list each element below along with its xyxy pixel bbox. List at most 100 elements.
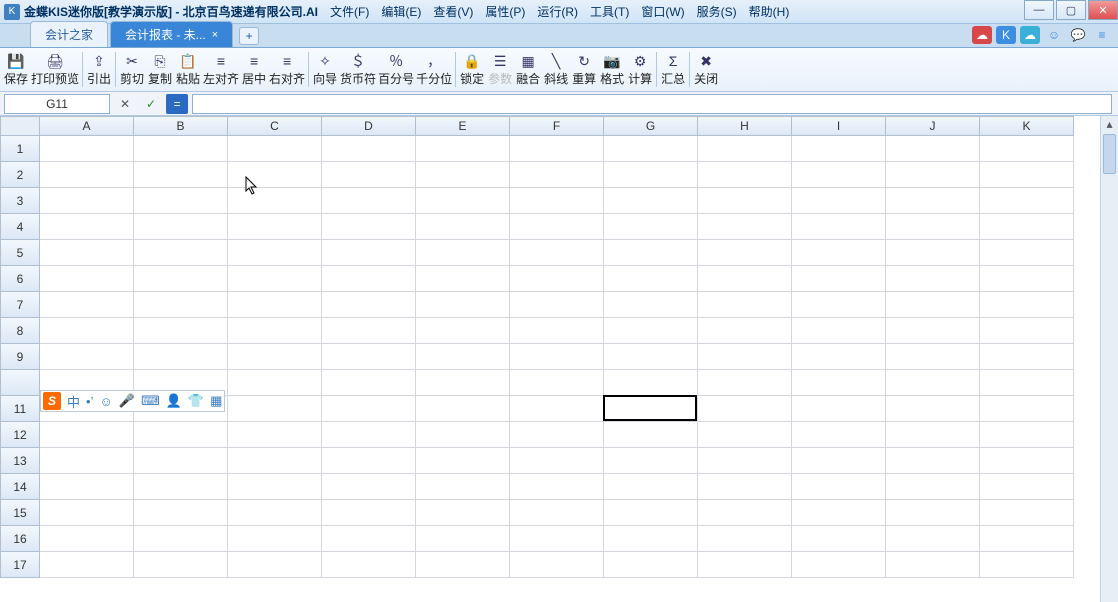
cell[interactable]	[792, 448, 886, 474]
row-header[interactable]: 3	[0, 188, 40, 214]
ime-icon[interactable]: 🎤	[119, 393, 135, 409]
cell[interactable]	[792, 240, 886, 266]
cell[interactable]	[40, 474, 134, 500]
row-header[interactable]	[0, 370, 40, 396]
tab-add-button[interactable]: +	[239, 27, 259, 45]
cell[interactable]	[510, 292, 604, 318]
cell[interactable]	[510, 448, 604, 474]
cell[interactable]	[228, 136, 322, 162]
cell[interactable]	[416, 136, 510, 162]
cell[interactable]	[698, 188, 792, 214]
cell[interactable]	[604, 422, 698, 448]
row-header[interactable]: 2	[0, 162, 40, 188]
toolbar-alignc-button[interactable]: ≡居中	[240, 48, 268, 91]
cell[interactable]	[792, 188, 886, 214]
cell[interactable]	[510, 136, 604, 162]
fx-icon[interactable]: =	[166, 94, 188, 114]
cell[interactable]	[510, 188, 604, 214]
cell[interactable]	[510, 162, 604, 188]
toolbar-calc-button[interactable]: ⚙计算	[626, 48, 654, 91]
cell[interactable]	[886, 552, 980, 578]
cell[interactable]	[886, 266, 980, 292]
toolbar-preview-button[interactable]: 🖨打印预览	[30, 48, 80, 91]
cell[interactable]	[792, 344, 886, 370]
cell[interactable]	[604, 448, 698, 474]
menu-item[interactable]: 文件(F)	[324, 1, 375, 22]
cell[interactable]	[134, 500, 228, 526]
cell[interactable]	[980, 162, 1074, 188]
cell[interactable]	[416, 292, 510, 318]
cell[interactable]	[134, 240, 228, 266]
toolbar-cut-button[interactable]: ✂剪切	[118, 48, 146, 91]
cell[interactable]	[40, 448, 134, 474]
toolbar-format-button[interactable]: 📷格式	[598, 48, 626, 91]
ime-logo-icon[interactable]: S	[43, 392, 61, 410]
cell[interactable]	[416, 266, 510, 292]
cell[interactable]	[792, 500, 886, 526]
cell[interactable]	[698, 214, 792, 240]
tabbar-icon[interactable]: ☁	[1020, 26, 1040, 44]
cell[interactable]	[134, 214, 228, 240]
menu-item[interactable]: 服务(S)	[691, 1, 743, 22]
cell[interactable]	[510, 240, 604, 266]
cell[interactable]	[604, 344, 698, 370]
cell[interactable]	[792, 474, 886, 500]
cell[interactable]	[322, 552, 416, 578]
cell[interactable]	[416, 318, 510, 344]
column-header[interactable]: K	[980, 116, 1074, 136]
cell[interactable]	[980, 292, 1074, 318]
cell[interactable]	[228, 396, 322, 422]
tabbar-icon[interactable]: ≡	[1092, 26, 1112, 44]
cell[interactable]	[886, 474, 980, 500]
cell[interactable]	[698, 422, 792, 448]
cell[interactable]	[322, 474, 416, 500]
cell[interactable]	[228, 318, 322, 344]
cell[interactable]	[604, 292, 698, 318]
cell[interactable]	[40, 188, 134, 214]
cell[interactable]	[698, 448, 792, 474]
cell[interactable]	[134, 266, 228, 292]
cell[interactable]	[228, 266, 322, 292]
cancel-icon[interactable]: ✕	[114, 94, 136, 114]
cell[interactable]	[40, 552, 134, 578]
cell[interactable]	[228, 188, 322, 214]
column-header[interactable]: J	[886, 116, 980, 136]
cell[interactable]	[322, 214, 416, 240]
cell[interactable]	[510, 214, 604, 240]
cell[interactable]	[134, 318, 228, 344]
cell[interactable]	[698, 240, 792, 266]
cell[interactable]	[980, 448, 1074, 474]
toolbar-paste-button[interactable]: 📋粘贴	[174, 48, 202, 91]
cell[interactable]	[228, 448, 322, 474]
row-header[interactable]: 17	[0, 552, 40, 578]
tabbar-icon[interactable]: ☺	[1044, 26, 1064, 44]
tabbar-icon[interactable]: 💬	[1068, 26, 1088, 44]
column-header[interactable]: G	[604, 116, 698, 136]
column-header[interactable]: D	[322, 116, 416, 136]
cell[interactable]	[228, 422, 322, 448]
select-all-corner[interactable]	[0, 116, 40, 136]
cell[interactable]	[980, 214, 1074, 240]
menu-item[interactable]: 查看(V)	[427, 1, 479, 22]
cell[interactable]	[886, 292, 980, 318]
cell[interactable]	[134, 344, 228, 370]
cell[interactable]	[980, 552, 1074, 578]
cell[interactable]	[228, 526, 322, 552]
cell[interactable]	[134, 552, 228, 578]
cell[interactable]	[886, 500, 980, 526]
cell[interactable]	[228, 344, 322, 370]
ime-icon[interactable]: ☺	[99, 394, 112, 409]
cell[interactable]	[40, 500, 134, 526]
row-header[interactable]: 1	[0, 136, 40, 162]
tabbar-icon[interactable]: ☁	[972, 26, 992, 44]
row-header[interactable]: 8	[0, 318, 40, 344]
cell[interactable]	[886, 448, 980, 474]
cell[interactable]	[416, 474, 510, 500]
cell[interactable]	[134, 188, 228, 214]
column-header[interactable]: B	[134, 116, 228, 136]
toolbar-wizard-button[interactable]: ✧向导	[311, 48, 339, 91]
cell[interactable]	[604, 162, 698, 188]
cell[interactable]	[416, 526, 510, 552]
cell[interactable]	[698, 396, 792, 422]
cell[interactable]	[322, 526, 416, 552]
